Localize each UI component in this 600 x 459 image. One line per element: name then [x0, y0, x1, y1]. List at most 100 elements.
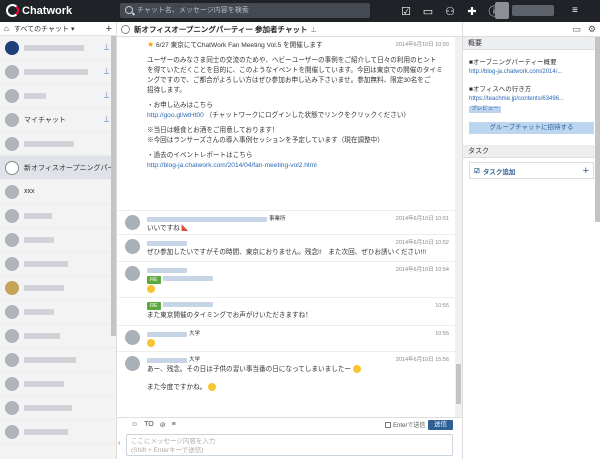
reply-badge[interactable]: RE — [147, 302, 161, 310]
sidebar-scrollbar[interactable] — [111, 36, 116, 336]
message-text: あー、残念。その日は子供の習い事当番の日になってしまいましたー — [147, 366, 352, 373]
room-item[interactable] — [0, 252, 116, 276]
message: 10:55 RE また東京開催のタイミングでお声がけいただきますね！ — [117, 298, 455, 326]
room-item[interactable]: マイチャット ⊥ — [0, 108, 116, 132]
message-input-hint: (Shift + Enterキーで送信) — [131, 447, 204, 454]
room-item[interactable] — [0, 204, 116, 228]
room-item-selected[interactable]: 新オフィスオープニングパー... — [0, 156, 116, 180]
preview-button[interactable]: プレビュー — [469, 106, 501, 113]
chatwork-logo-icon — [6, 4, 19, 17]
room-item[interactable] — [0, 276, 116, 300]
send-button[interactable]: 送信 — [428, 420, 453, 430]
format-icon[interactable]: ≡ — [172, 421, 176, 428]
chatwork-logo[interactable]: Chatwork — [6, 4, 72, 17]
task-header: タスク — [463, 145, 600, 158]
message-time: 2014年6月10日 10:50 — [395, 42, 449, 48]
room-avatar — [5, 328, 19, 343]
pin-icon[interactable]: ⊥ — [103, 67, 110, 76]
message-text: いいですね — [147, 225, 180, 232]
timeline-scrollbar-thumb[interactable] — [456, 364, 461, 404]
room-item[interactable]: ⊥ — [0, 84, 116, 108]
to-button[interactable]: TO — [144, 421, 154, 428]
timeline-scrollbar[interactable] — [455, 37, 462, 417]
add-task-label: タスク追加 — [482, 168, 516, 176]
home-icon[interactable]: ⌂ — [4, 24, 9, 33]
enter-to-send-checkbox[interactable] — [385, 421, 391, 428]
smile-emoji-icon — [352, 365, 361, 374]
room-label: xxx — [24, 188, 35, 195]
overview-link[interactable]: http://blog-ja.chatwork.com/2014/... — [469, 69, 562, 75]
overview-item-title: ■オープニングパーティー概要 — [469, 59, 557, 66]
room-avatar — [5, 64, 19, 79]
room-item[interactable] — [0, 372, 116, 396]
emoji-icon[interactable]: ☺ — [131, 421, 138, 428]
app-name: Chatwork — [22, 4, 73, 17]
add-chat-icon[interactable]: + — [106, 23, 112, 35]
reply-target-name — [162, 302, 213, 307]
overview-header: 概要 — [463, 37, 600, 50]
gear-icon[interactable]: ⚙ — [588, 24, 596, 35]
room-item[interactable] — [0, 132, 116, 156]
enter-to-send-label: Enterで送信 — [393, 423, 426, 429]
message-text: ぜひ参加したいですがその時間、東京におりません。残念!! また次回、ぜひお誘いく… — [147, 249, 427, 256]
sender-avatar — [125, 330, 140, 345]
reply-badge[interactable]: RE — [147, 276, 161, 284]
sender-name[interactable] — [147, 240, 187, 246]
sender-avatar — [125, 239, 140, 254]
sender-name[interactable] — [147, 357, 187, 363]
menu-icon[interactable]: ≡ — [572, 5, 578, 16]
sender-org: 大学 — [189, 331, 201, 337]
room-item[interactable] — [0, 348, 116, 372]
room-sidebar: ⌂ すべてのチャット ▾ + ⊥ ⊥ ⊥ マイチャット ⊥ 新オフィスオープニング… — [0, 22, 117, 459]
room-item[interactable]: ⊥ — [0, 36, 116, 60]
top-bar: Chatwork チャット名、メッセージ内容を検索 ☑ ▭ ⚇ ✚ ⓘ ≡ — [0, 0, 600, 22]
sender-name[interactable] — [147, 267, 187, 273]
message-link[interactable]: http://blog-ja.chatwork.com/2014/04/fan-… — [147, 162, 317, 169]
folder-icon[interactable]: ▭ — [420, 3, 436, 19]
message-text: ・過去のイベントレポートはこちら — [147, 152, 253, 159]
room-avatar — [5, 136, 19, 151]
search-input[interactable]: チャット名、メッセージ内容を検索 — [120, 3, 370, 18]
pin-icon[interactable]: ⊥ — [103, 43, 110, 52]
message: 2014年6月10日 10:51 事業所 いいですね ◣ — [117, 211, 455, 235]
attach-file-icon[interactable]: ⊘ — [160, 421, 166, 429]
room-item[interactable] — [0, 396, 116, 420]
enter-to-send-toggle[interactable]: Enterで送信 — [385, 420, 425, 429]
pin-icon[interactable]: ⊥ — [103, 115, 110, 124]
add-task-button[interactable]: ☑ タスク追加 + — [469, 162, 594, 179]
message-text: また東京開催のタイミングでお声がけいただきますね！ — [147, 312, 312, 319]
chevron-down-icon[interactable]: ▾ — [69, 25, 75, 33]
plus-icon[interactable]: + — [583, 165, 589, 177]
pin-icon[interactable]: ⊥ — [103, 91, 110, 100]
chat-filter[interactable]: ⌂ すべてのチャット ▾ + — [0, 22, 116, 36]
sender-name[interactable] — [147, 331, 187, 337]
sender-name[interactable] — [147, 216, 267, 222]
room-item[interactable] — [0, 420, 116, 444]
user-name[interactable] — [512, 5, 554, 16]
room-item[interactable] — [0, 324, 116, 348]
room-item[interactable] — [0, 300, 116, 324]
room-item[interactable]: ⊥ — [0, 60, 116, 84]
add-contact-icon[interactable]: ✚ — [464, 3, 480, 19]
message-input-placeholder: ここにメッセージ内容を入力 — [131, 438, 216, 445]
overview-link[interactable]: https://teachme.jp/contents/63496... — [469, 96, 564, 102]
message: 2014年6月10日 10:50 ★ 6/27 東京にてChatWork Fan… — [117, 37, 455, 211]
room-item[interactable] — [0, 228, 116, 252]
task-check-icon[interactable]: ☑ — [398, 3, 414, 19]
message-time: 2014年6月10日 10:54 — [395, 267, 449, 273]
contacts-icon[interactable]: ⚇ — [442, 3, 458, 19]
folder-icon[interactable]: ▭ — [572, 24, 581, 35]
message-text: また今度ですかね。 — [147, 384, 207, 391]
room-item[interactable]: xxx — [0, 180, 116, 204]
message-text: 6/27 東京にてChatWork Fan Meeting Vol.5 を開催し… — [156, 42, 323, 49]
smile-emoji-icon — [208, 383, 217, 392]
collapse-sidebar-icon[interactable]: ‹ — [118, 440, 120, 447]
message-text: ※今回はランサーズさんの導入事例セッションを予定しています（現在調整中） — [147, 137, 384, 144]
pin-icon[interactable]: ⊥ — [310, 25, 317, 34]
message-link[interactable]: http://goo.gl/wtHt00 — [147, 112, 204, 119]
right-panel-scrollbar[interactable] — [595, 37, 600, 222]
invite-to-group-button[interactable]: グループチャットに招待する — [469, 122, 594, 134]
user-avatar[interactable] — [495, 2, 509, 19]
room-avatar — [5, 112, 19, 127]
message-input[interactable]: ここにメッセージ内容を入力 (Shift + Enterキーで送信) — [126, 434, 453, 456]
